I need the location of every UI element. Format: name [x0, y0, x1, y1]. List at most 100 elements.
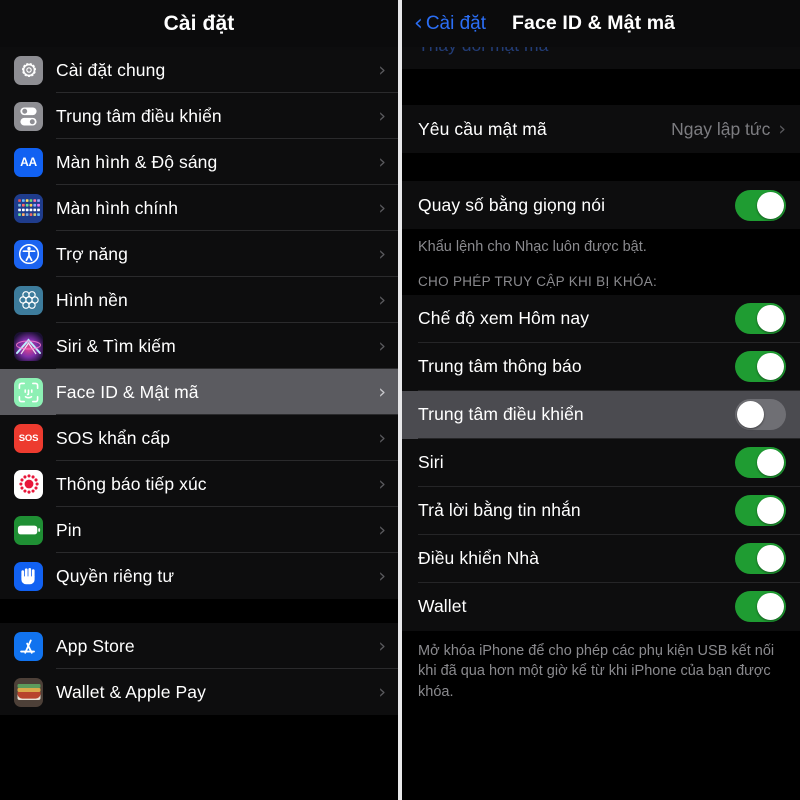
settings-row[interactable]: Trung tâm thông báo [402, 342, 800, 391]
clipped-change-passcode-row[interactable]: Thay đổi mật mã [402, 47, 800, 69]
settings-row[interactable]: Trả lời bằng tin nhắn [402, 486, 800, 535]
sidebar-item-label: Siri & Tìm kiếm [56, 335, 176, 356]
settings-row[interactable]: Siri [402, 438, 800, 487]
wallet-icon [14, 677, 43, 707]
gear-icon [14, 55, 43, 85]
sidebar-group-1: Cài đặt chung › Trung tâm điều khiển › AA Màn… [0, 47, 398, 599]
sidebar-item-label: Hình nền [56, 289, 128, 310]
row-label: Yêu cầu mật mã [418, 118, 547, 139]
accessibility-icon [14, 239, 43, 269]
sidebar-item-face-id[interactable]: Face ID & Mật mã › [0, 369, 398, 415]
sidebar-item-gear[interactable]: Cài đặt chung › [0, 47, 398, 93]
exposure-notification-icon [14, 469, 43, 499]
detail-page-title: Face ID & Mật mã [512, 12, 676, 34]
passcode-group: Yêu cầu mật mã Ngay lập tức › [402, 105, 800, 153]
control-center-icon [14, 101, 43, 131]
sidebar-item-battery[interactable]: Pin › [0, 507, 398, 553]
sidebar-item-label: Thông báo tiếp xúc [56, 473, 207, 494]
settings-row[interactable]: Điều khiển Nhà [402, 534, 800, 583]
toggle-switch[interactable] [735, 495, 786, 527]
toggle-switch[interactable] [735, 303, 786, 335]
row-label: Trả lời bằng tin nhắn [418, 500, 581, 521]
settings-row[interactable]: Chế độ xem Hôm nay [402, 294, 800, 343]
sidebar-item-app-store[interactable]: App Store › [0, 623, 398, 669]
sidebar-item-label: Màn hình & Độ sáng [56, 151, 218, 172]
sidebar-item-label: SOS khẩn cấp [56, 427, 171, 448]
chevron-right-icon: › [378, 426, 386, 449]
sidebar-item-label: Quyền riêng tư [56, 565, 175, 586]
voice-dial-group: Quay số bằng giọng nói [402, 181, 800, 229]
usb-accessories-footnote: Mở khóa iPhone để cho phép các phụ kiện … [402, 630, 800, 715]
allow-access-group: Chế độ xem Hôm nay Trung tâm thông báo Tru… [402, 294, 800, 631]
sidebar-item-label: Wallet & Apple Pay [56, 681, 206, 702]
row-label: Trung tâm điều khiển [418, 404, 584, 425]
sidebar-nav-bar: Cài đặt [0, 0, 398, 47]
settings-row[interactable]: Trung tâm điều khiển [402, 390, 800, 439]
sos-icon: SOS [14, 423, 43, 453]
sidebar-item-label: Cài đặt chung [56, 59, 166, 80]
sidebar-item-exposure-notification[interactable]: Thông báo tiếp xúc › [0, 461, 398, 507]
sidebar-item-label: Face ID & Mật mã [56, 381, 199, 402]
sidebar-item-siri[interactable]: Siri & Tìm kiếm › [0, 323, 398, 369]
sidebar-item-display-brightness[interactable]: AA Màn hình & Độ sáng › [0, 139, 398, 185]
chevron-right-icon: › [378, 196, 386, 219]
toggle-switch[interactable] [735, 399, 786, 431]
settings-row[interactable]: Wallet [402, 582, 800, 631]
voice-dial-footnote: Khẩu lệnh cho Nhạc luôn được bật. [402, 229, 800, 268]
sidebar-item-control-center[interactable]: Trung tâm điều khiển › [0, 93, 398, 139]
toggle-knob [757, 305, 784, 333]
chevron-right-icon: › [378, 242, 386, 265]
detail-nav-bar: ‹ Cài đặt Face ID & Mật mã [402, 0, 800, 47]
row-label: Điều khiển Nhà [418, 548, 540, 569]
sidebar-item-home-screen[interactable]: Màn hình chính › [0, 185, 398, 231]
toggle-switch[interactable] [735, 351, 786, 383]
chevron-right-icon: › [378, 564, 386, 587]
sidebar-item-wallpaper[interactable]: Hình nền › [0, 277, 398, 323]
row-label: Siri [418, 452, 444, 473]
sidebar-item-accessibility[interactable]: Trợ năng › [0, 231, 398, 277]
face-id-detail-pane: ‹ Cài đặt Face ID & Mật mã Thay đổi mật … [402, 0, 800, 800]
detail-gap-2 [402, 153, 800, 181]
chevron-right-icon: › [378, 518, 386, 541]
wallpaper-icon [14, 285, 43, 315]
settings-row[interactable]: Quay số bằng giọng nói [402, 181, 800, 229]
back-button[interactable]: ‹ Cài đặt [414, 10, 487, 36]
toggle-switch[interactable] [735, 189, 786, 221]
row-label: Quay số bằng giọng nói [418, 194, 606, 215]
sidebar-group-2: App Store › Wallet & Apple Pay › [0, 623, 398, 715]
back-button-label: Cài đặt [425, 12, 487, 34]
toggle-switch[interactable] [735, 447, 786, 479]
detail-gap-1 [402, 69, 800, 105]
toggle-knob [757, 497, 784, 525]
toggle-knob [757, 191, 784, 219]
chevron-right-icon: › [378, 680, 386, 703]
sidebar-group-gap [0, 599, 398, 623]
page-title: Cài đặt [163, 11, 235, 35]
settings-row[interactable]: Yêu cầu mật mã Ngay lập tức › [402, 105, 800, 153]
row-value: Ngay lập tức [671, 118, 771, 139]
sidebar-item-wallet[interactable]: Wallet & Apple Pay › [0, 669, 398, 715]
settings-sidebar: Cài đặt Cài đặt chung › Trung tâm điều khi… [0, 0, 398, 800]
chevron-right-icon: › [378, 58, 386, 81]
sidebar-item-label: Trợ năng [56, 243, 128, 264]
toggle-switch[interactable] [735, 543, 786, 575]
toggle-knob [757, 449, 784, 477]
chevron-right-icon: › [378, 288, 386, 311]
toggle-knob [757, 545, 784, 573]
chevron-right-icon: › [378, 150, 386, 173]
chevron-right-icon: › [378, 334, 386, 357]
toggle-switch[interactable] [735, 591, 786, 623]
sidebar-item-sos[interactable]: SOS SOS khẩn cấp › [0, 415, 398, 461]
sidebar-item-label: Trung tâm điều khiển [56, 105, 222, 126]
sidebar-item-label: App Store [56, 635, 135, 656]
chevron-right-icon: › [378, 380, 386, 403]
chevron-right-icon: › [378, 104, 386, 127]
privacy-hand-icon [14, 561, 43, 591]
chevron-left-icon: ‹ [414, 10, 423, 36]
chevron-right-icon: › [378, 472, 386, 495]
ipad-settings-split-view: Cài đặt Cài đặt chung › Trung tâm điều khi… [0, 0, 800, 800]
sidebar-item-privacy-hand[interactable]: Quyền riêng tư › [0, 553, 398, 599]
chevron-right-icon: › [778, 117, 786, 140]
allow-access-section-header: CHO PHÉP TRUY CẬP KHI BỊ KHÓA: [402, 267, 800, 295]
row-label: Wallet [418, 596, 467, 617]
